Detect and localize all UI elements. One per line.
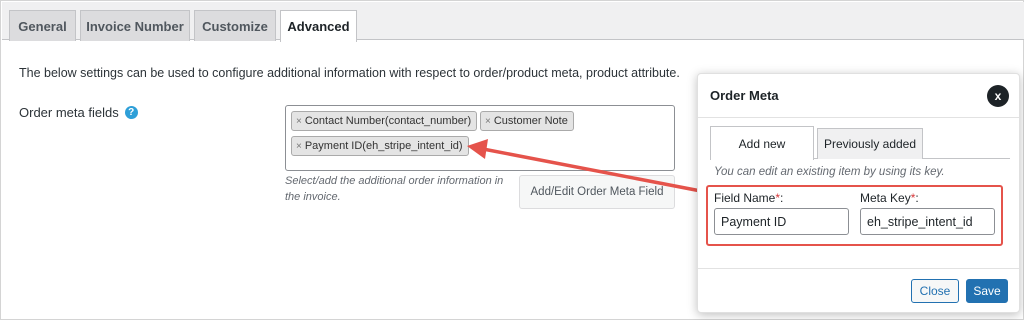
tab-customize[interactable]: Customize (194, 10, 276, 41)
tab-add-new[interactable]: Add new (710, 126, 814, 160)
order-meta-select[interactable]: × Contact Number(contact_number) × Custo… (285, 105, 675, 171)
meta-chip-label: Customer Note (493, 115, 568, 127)
remove-chip-icon[interactable]: × (485, 116, 491, 127)
modal-tabs: Add new Previously added (710, 126, 1010, 160)
field-name-label: Field Name*: (714, 191, 783, 205)
field-name-input[interactable]: Payment ID (714, 208, 849, 235)
remove-chip-icon[interactable]: × (296, 116, 302, 127)
order-meta-fields-text: Order meta fields (19, 105, 119, 120)
meta-chip-label: Contact Number(contact_number) (304, 115, 472, 127)
order-meta-modal: Order Meta x Add new Previously added Yo… (697, 73, 1020, 313)
close-icon[interactable]: x (987, 85, 1009, 107)
settings-tabs: General Invoice Number Customize Advance… (2, 2, 1024, 42)
label-colon: : (915, 191, 919, 205)
modal-footer: Close Save (698, 268, 1019, 313)
add-edit-order-meta-button[interactable]: Add/Edit Order Meta Field (519, 175, 675, 209)
tab-invoice-number[interactable]: Invoice Number (80, 10, 190, 41)
meta-chip-label: Payment ID(eh_stripe_intent_id) (304, 140, 463, 152)
modal-hint: You can edit an existing item by using i… (714, 166, 945, 178)
close-button[interactable]: Close (911, 279, 959, 303)
order-meta-help-text: Select/add the additional order informat… (285, 175, 504, 203)
order-meta-fields-label: Order meta fields ? (19, 105, 138, 120)
meta-chip: × Contact Number(contact_number) (291, 111, 478, 131)
meta-key-label-text: Meta Key (860, 191, 911, 205)
tab-previously-added[interactable]: Previously added (817, 128, 923, 159)
help-icon[interactable]: ? (124, 106, 138, 119)
settings-page: General Invoice Number Customize Advance… (0, 0, 1024, 320)
remove-chip-icon[interactable]: × (296, 141, 302, 152)
meta-key-label: Meta Key*: (860, 191, 919, 205)
meta-key-input[interactable]: eh_stripe_intent_id (860, 208, 995, 235)
meta-chip: × Customer Note (480, 111, 574, 131)
tab-advanced[interactable]: Advanced (280, 10, 357, 42)
field-name-label-text: Field Name (714, 191, 776, 205)
meta-chip: × Payment ID(eh_stripe_intent_id) (291, 136, 469, 156)
save-button[interactable]: Save (966, 279, 1008, 303)
tab-general[interactable]: General (9, 10, 76, 41)
label-colon: : (780, 191, 784, 205)
settings-description: The below settings can be used to config… (19, 66, 680, 80)
modal-header: Order Meta x (698, 74, 1019, 118)
modal-title: Order Meta (710, 88, 779, 103)
